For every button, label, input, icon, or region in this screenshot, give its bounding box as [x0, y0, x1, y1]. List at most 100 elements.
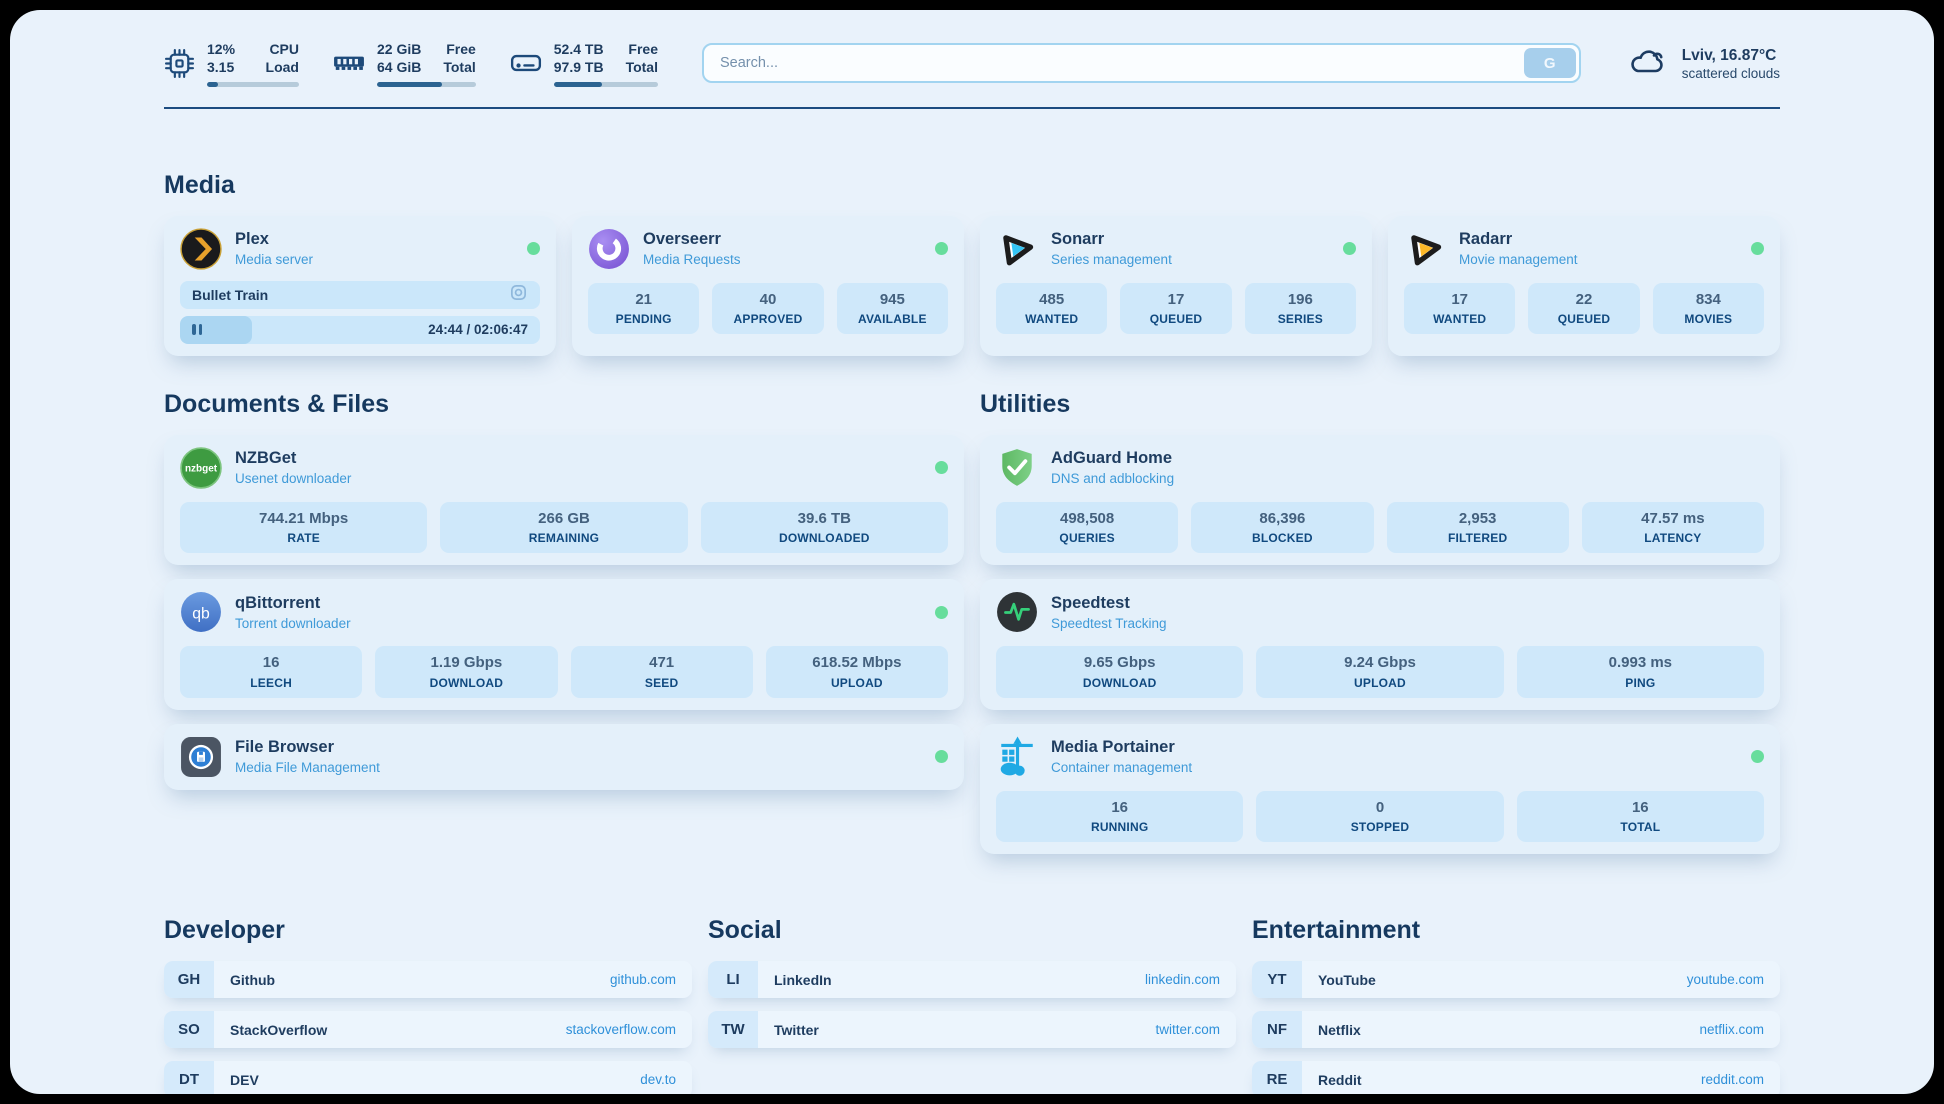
bookmark-url: netflix.com: [1699, 1022, 1764, 1037]
app-subtitle: Torrent downloader: [235, 616, 351, 631]
ram-free-value: 22 GiB: [377, 40, 421, 58]
section-title-documents: Documents & Files: [164, 390, 964, 419]
bookmark-abbr: DT: [164, 1061, 214, 1094]
dashboard-page: 12% 3.15 CPU Load: [0, 0, 1944, 1104]
pause-icon[interactable]: [192, 324, 202, 335]
app-name: Overseerr: [643, 230, 741, 249]
playback-progress-bar[interactable]: 24:44 / 02:06:47: [180, 316, 540, 344]
status-dot: [935, 461, 948, 474]
card-radarr[interactable]: Radarr Movie management 17 WANTED 22 QUE…: [1388, 216, 1780, 356]
card-plex[interactable]: Plex Media server Bullet Train: [164, 216, 556, 356]
app-subtitle: Container management: [1051, 760, 1192, 775]
now-playing-title: Bullet Train: [192, 287, 268, 303]
speedtest-icon: [996, 591, 1038, 633]
adguard-icon: [996, 447, 1038, 489]
stat-upload: 618.52 Mbps UPLOAD: [766, 646, 948, 698]
stat-download: 9.65 Gbps DOWNLOAD: [996, 646, 1243, 698]
bookmark-twitter[interactable]: TW Twitter twitter.com: [708, 1011, 1236, 1048]
bookmark-netflix[interactable]: NF Netflix netflix.com: [1252, 1011, 1780, 1048]
card-filebrowser[interactable]: File Browser Media File Management: [164, 724, 964, 790]
stat-movies: 834 MOVIES: [1653, 283, 1764, 335]
app-subtitle: Series management: [1051, 252, 1172, 267]
bookmark-reddit[interactable]: RE Reddit reddit.com: [1252, 1061, 1780, 1094]
bookmark-linkedin[interactable]: LI LinkedIn linkedin.com: [708, 961, 1236, 998]
section-title-entertainment: Entertainment: [1252, 916, 1780, 945]
section-documents: Documents & Files nzbget NZBGet Usenet d…: [164, 390, 964, 790]
bookmark-abbr: NF: [1252, 1011, 1302, 1048]
status-dot: [935, 606, 948, 619]
portainer-icon: [996, 736, 1038, 778]
stat-approved: 40 APPROVED: [712, 283, 823, 335]
weather-location: Lviv, 16.87°C: [1682, 46, 1780, 67]
stat-ping: 0.993 ms PING: [1517, 646, 1764, 698]
ram-free-label: Free: [443, 40, 475, 58]
filebrowser-icon: [180, 736, 222, 778]
bookmark-name: Reddit: [1318, 1072, 1362, 1088]
cloud-icon: [1625, 44, 1669, 83]
dashboard-frame: 12% 3.15 CPU Load: [10, 10, 1934, 1094]
bookmark-dev[interactable]: DT DEV dev.to: [164, 1061, 692, 1094]
ram-progress-bar: [377, 82, 476, 87]
bookmark-url: github.com: [610, 972, 676, 987]
card-nzbget[interactable]: nzbget NZBGet Usenet downloader 744.21 M…: [164, 435, 964, 566]
stat-latency: 47.57 ms LATENCY: [1582, 502, 1764, 554]
stat-stopped: 0 STOPPED: [1256, 791, 1503, 843]
card-adguard[interactable]: AdGuard Home DNS and adblocking 498,508 …: [980, 435, 1780, 566]
app-name: qBittorrent: [235, 594, 351, 613]
now-playing-row: Bullet Train: [180, 281, 540, 309]
status-dot: [935, 242, 948, 255]
resource-widgets: 12% 3.15 CPU Load: [164, 40, 658, 87]
disk-progress-bar: [554, 82, 658, 87]
bookmark-youtube[interactable]: YT YouTube youtube.com: [1252, 961, 1780, 998]
app-subtitle: Usenet downloader: [235, 471, 351, 486]
search-input[interactable]: [702, 43, 1581, 83]
status-dot: [1343, 242, 1356, 255]
app-name: Speedtest: [1051, 594, 1167, 613]
sonarr-icon: [996, 228, 1038, 270]
stat-wanted: 485 WANTED: [996, 283, 1107, 335]
stat-series: 196 SERIES: [1245, 283, 1356, 335]
top-bar: 12% 3.15 CPU Load: [164, 10, 1780, 87]
search-go-button[interactable]: G: [1524, 48, 1576, 78]
disk-free-label: Free: [626, 40, 658, 58]
card-portainer[interactable]: Media Portainer Container management 16 …: [980, 724, 1780, 855]
bookmark-stackoverflow[interactable]: SO StackOverflow stackoverflow.com: [164, 1011, 692, 1048]
ram-icon: [333, 53, 365, 73]
cpu-label: CPU: [266, 40, 299, 58]
cpu-progress-bar: [207, 82, 299, 87]
svg-text:qb: qb: [192, 606, 210, 623]
stat-queued: 17 QUEUED: [1120, 283, 1231, 335]
bookmark-abbr: SO: [164, 1011, 214, 1048]
stat-running: 16 RUNNING: [996, 791, 1243, 843]
bookmark-url: linkedin.com: [1145, 972, 1220, 987]
weather-condition: scattered clouds: [1682, 66, 1780, 81]
status-dot: [1751, 750, 1764, 763]
ram-total-label: Total: [443, 58, 475, 76]
card-qbittorrent[interactable]: qb qBittorrent Torrent downloader 16 LEE…: [164, 579, 964, 710]
app-name: Plex: [235, 230, 313, 249]
card-speedtest[interactable]: Speedtest Speedtest Tracking 9.65 Gbps D…: [980, 579, 1780, 710]
section-title-social: Social: [708, 916, 1236, 945]
stat-remaining: 266 GB REMAINING: [440, 502, 687, 554]
bookmark-group-social: Social LI LinkedIn linkedin.com TW Twitt…: [708, 916, 1236, 1094]
bookmark-url: reddit.com: [1701, 1072, 1764, 1087]
disk-total-label: Total: [626, 58, 658, 76]
app-name: AdGuard Home: [1051, 449, 1174, 468]
card-sonarr[interactable]: Sonarr Series management 485 WANTED 17 Q…: [980, 216, 1372, 356]
app-subtitle: DNS and adblocking: [1051, 471, 1174, 486]
disk-free-value: 52.4 TB: [554, 40, 604, 58]
bookmark-github[interactable]: GH Github github.com: [164, 961, 692, 998]
bookmark-name: StackOverflow: [230, 1022, 327, 1038]
card-overseerr[interactable]: Overseerr Media Requests 21 PENDING 40 A…: [572, 216, 964, 356]
cpu-widget: 12% 3.15 CPU Load: [164, 40, 299, 87]
bookmark-url: stackoverflow.com: [566, 1022, 676, 1037]
bookmark-name: Twitter: [774, 1022, 819, 1038]
app-subtitle: Speedtest Tracking: [1051, 616, 1167, 631]
disk-widget: 52.4 TB 97.9 TB Free Total: [510, 40, 658, 87]
app-name: NZBGet: [235, 449, 351, 468]
bookmark-abbr: RE: [1252, 1061, 1302, 1094]
bookmark-abbr: YT: [1252, 961, 1302, 998]
stat-pending: 21 PENDING: [588, 283, 699, 335]
bookmark-abbr: GH: [164, 961, 214, 998]
app-subtitle: Media Requests: [643, 252, 741, 267]
